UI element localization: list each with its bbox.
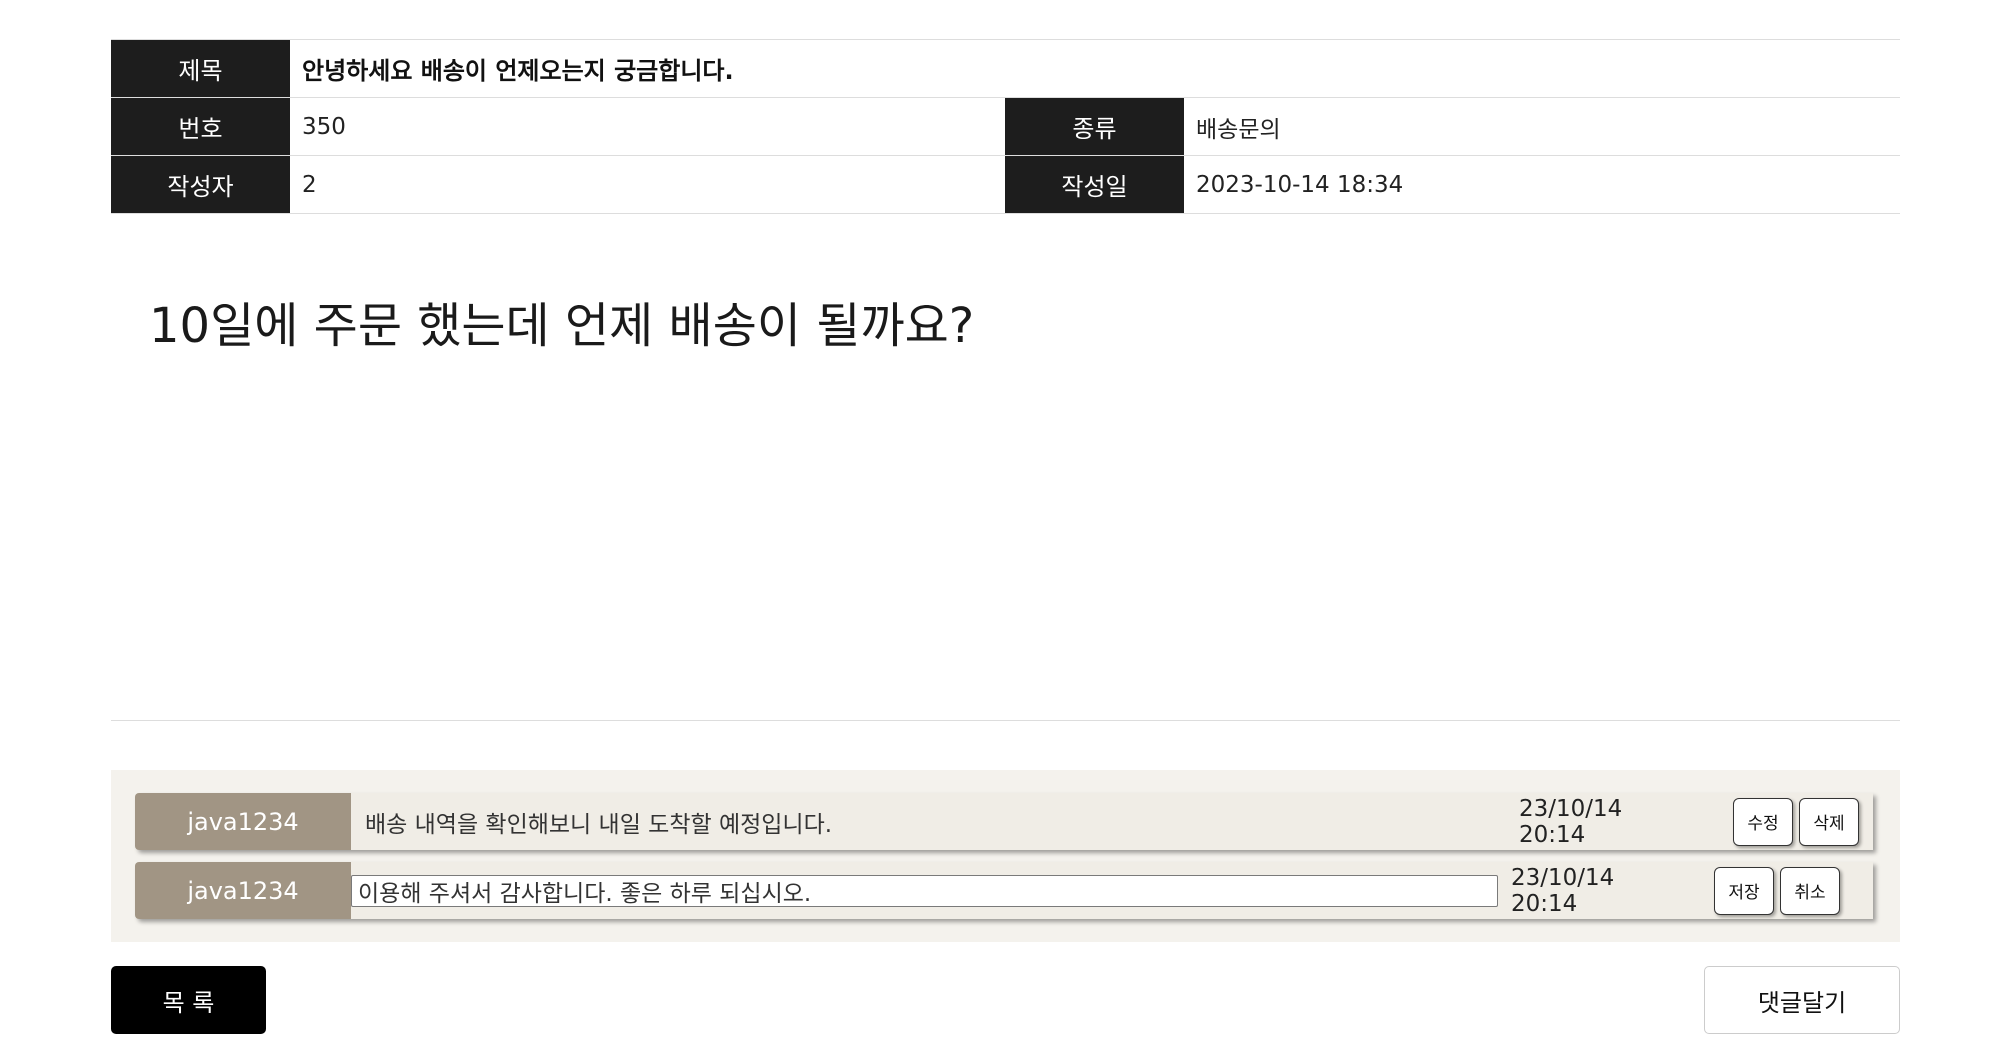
post-content: 10일에 주문 했는데 언제 배송이 될까요?: [149, 298, 975, 354]
edit-comment-button[interactable]: 수정: [1733, 797, 1793, 846]
author-label: 작성자: [111, 156, 290, 213]
date-label: 작성일: [1005, 156, 1184, 213]
comment-author: java1234: [135, 793, 351, 850]
number-category-row: 번호 350 종류 배송문의: [111, 98, 1900, 156]
comment-item-editing: java1234 23/10/14 20:14 저장 취소: [135, 862, 1873, 919]
post-category: 배송문의: [1196, 116, 1281, 143]
post-body: 10일에 주문 했는데 언제 배송이 될까요?: [111, 214, 1900, 721]
comment-item: java1234 배송 내역을 확인해보니 내일 도착할 예정입니다. 23/1…: [135, 793, 1873, 850]
post-author: 2: [302, 171, 317, 198]
delete-comment-button[interactable]: 삭제: [1799, 797, 1859, 846]
post-title: 안녕하세요 배송이 언제오는지 궁금합니다.: [302, 57, 734, 85]
comment-date: 23/10/14 20:14: [1519, 795, 1623, 848]
comment-edit-input[interactable]: [351, 874, 1498, 907]
comment-author: java1234: [135, 862, 351, 919]
comment-edit-actions: 저장 취소: [1714, 866, 1854, 915]
comment-text: 배송 내역을 확인해보니 내일 도착할 예정입니다.: [365, 811, 833, 838]
reply-button[interactable]: 댓글달기: [1704, 966, 1900, 1034]
bottom-actions: 목 록 댓글달기: [111, 966, 1900, 1034]
author-date-row: 작성자 2 작성일 2023-10-14 18:34: [111, 156, 1900, 214]
post-number: 350: [302, 113, 346, 140]
save-comment-button[interactable]: 저장: [1714, 866, 1774, 915]
list-button[interactable]: 목 록: [111, 966, 266, 1034]
post-view: 제목 안녕하세요 배송이 언제오는지 궁금합니다. 번호 350 종류 배송문의…: [111, 39, 1900, 1034]
post-info-table: 제목 안녕하세요 배송이 언제오는지 궁금합니다. 번호 350 종류 배송문의…: [111, 39, 1900, 214]
comment-list: java1234 배송 내역을 확인해보니 내일 도착할 예정입니다. 23/1…: [111, 770, 1900, 942]
title-label: 제목: [111, 40, 290, 97]
comment-actions: 수정 삭제: [1733, 797, 1873, 846]
cancel-comment-button[interactable]: 취소: [1780, 866, 1840, 915]
number-label: 번호: [111, 98, 290, 155]
comment-date: 23/10/14 20:14: [1511, 864, 1615, 917]
title-row: 제목 안녕하세요 배송이 언제오는지 궁금합니다.: [111, 40, 1900, 98]
category-label: 종류: [1005, 98, 1184, 155]
post-date: 2023-10-14 18:34: [1196, 171, 1404, 198]
